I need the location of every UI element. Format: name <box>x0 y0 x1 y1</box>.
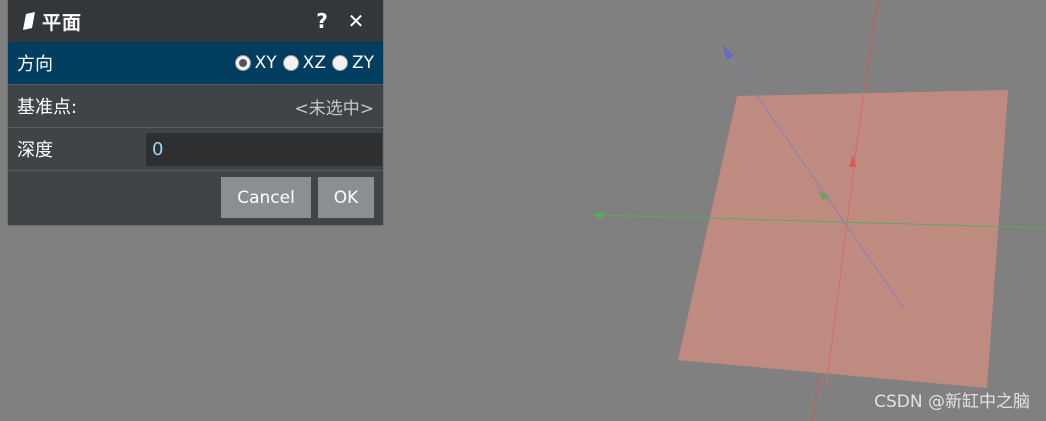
radio-xy[interactable]: XY <box>234 53 277 73</box>
blue-axis-arrow <box>722 44 734 60</box>
cancel-button[interactable]: Cancel <box>221 177 311 218</box>
plane-dialog: 平面 ? ✕ 方向 XY XZ ZY 基准点: <未选中> 深度 Can <box>8 0 383 225</box>
watermark-text: CSDN @新缸中之脑 <box>874 392 1030 412</box>
base-point-row[interactable]: 基准点: <未选中> <box>8 85 383 128</box>
dialog-title: 平面 <box>42 11 83 34</box>
dialog-titlebar[interactable]: 平面 ? ✕ <box>8 0 383 42</box>
radio-zy[interactable]: ZY <box>331 53 374 73</box>
close-icon[interactable]: ✕ <box>339 9 373 33</box>
base-point-label: 基准点: <box>17 97 78 118</box>
depth-input[interactable] <box>146 132 382 166</box>
radio-xz-dot[interactable] <box>282 55 299 71</box>
radio-zy-dot[interactable] <box>331 55 348 71</box>
radio-xy-dot[interactable] <box>234 55 251 71</box>
direction-label: 方向 <box>17 54 53 75</box>
ok-button[interactable]: OK <box>318 177 374 218</box>
radio-xz[interactable]: XZ <box>282 53 326 73</box>
radio-xy-label: XY <box>254 53 277 73</box>
base-point-value[interactable]: <未选中> <box>295 94 375 119</box>
green-axis-arrow <box>592 211 603 219</box>
direction-radio-group: XY XZ ZY <box>234 53 374 73</box>
direction-row: 方向 XY XZ ZY <box>8 42 383 85</box>
radio-zy-label: ZY <box>351 53 374 73</box>
plane-icon <box>23 12 35 30</box>
depth-row: 深度 <box>8 128 383 171</box>
plane-surface[interactable] <box>678 90 1008 388</box>
dialog-buttons: Cancel OK <box>8 171 383 218</box>
radio-xz-label: XZ <box>302 53 326 73</box>
help-icon[interactable]: ? <box>305 9 339 33</box>
